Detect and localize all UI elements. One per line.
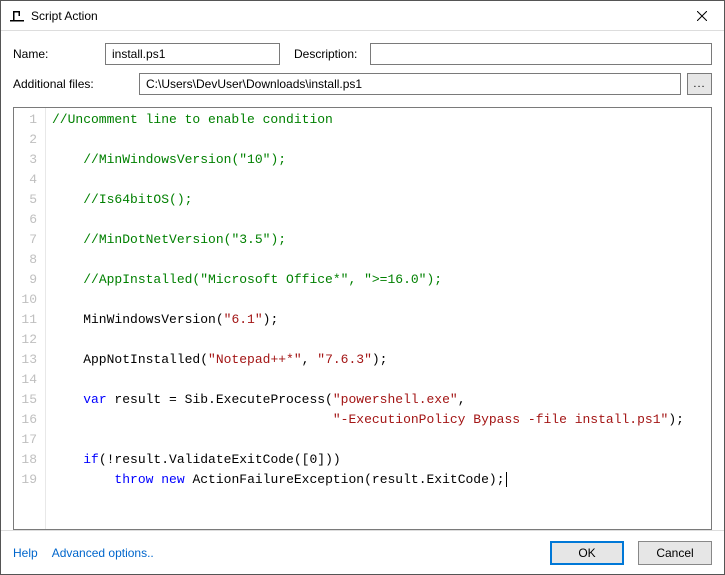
- dialog-footer: Help Advanced options.. OK Cancel: [1, 530, 724, 574]
- additional-files-label: Additional files:: [13, 77, 133, 91]
- line-number-gutter: 12345678910111213141516171819: [14, 108, 46, 529]
- row-files: Additional files: ...: [13, 73, 712, 95]
- dialog-content: Name: Description: Additional files: ...…: [1, 31, 724, 530]
- code-editor[interactable]: 12345678910111213141516171819 //Uncommen…: [13, 107, 712, 530]
- additional-files-input[interactable]: [139, 73, 681, 95]
- description-input[interactable]: [370, 43, 712, 65]
- title-bar: Script Action: [1, 1, 724, 31]
- browse-button[interactable]: ...: [687, 73, 712, 95]
- name-label: Name:: [13, 47, 99, 61]
- help-link[interactable]: Help: [13, 546, 38, 560]
- app-icon: [9, 8, 25, 24]
- name-input[interactable]: [105, 43, 280, 65]
- description-label: Description:: [294, 47, 364, 61]
- row-name-desc: Name: Description:: [13, 43, 712, 65]
- cancel-button[interactable]: Cancel: [638, 541, 712, 565]
- close-button[interactable]: [679, 1, 724, 31]
- window-title: Script Action: [31, 9, 98, 23]
- dialog-window: Script Action Name: Description: Additio…: [0, 0, 725, 575]
- ok-button[interactable]: OK: [550, 541, 624, 565]
- code-area[interactable]: //Uncomment line to enable condition //M…: [46, 108, 711, 529]
- advanced-options-link[interactable]: Advanced options..: [52, 546, 154, 560]
- close-icon: [697, 11, 707, 21]
- ellipsis-icon: ...: [693, 78, 705, 90]
